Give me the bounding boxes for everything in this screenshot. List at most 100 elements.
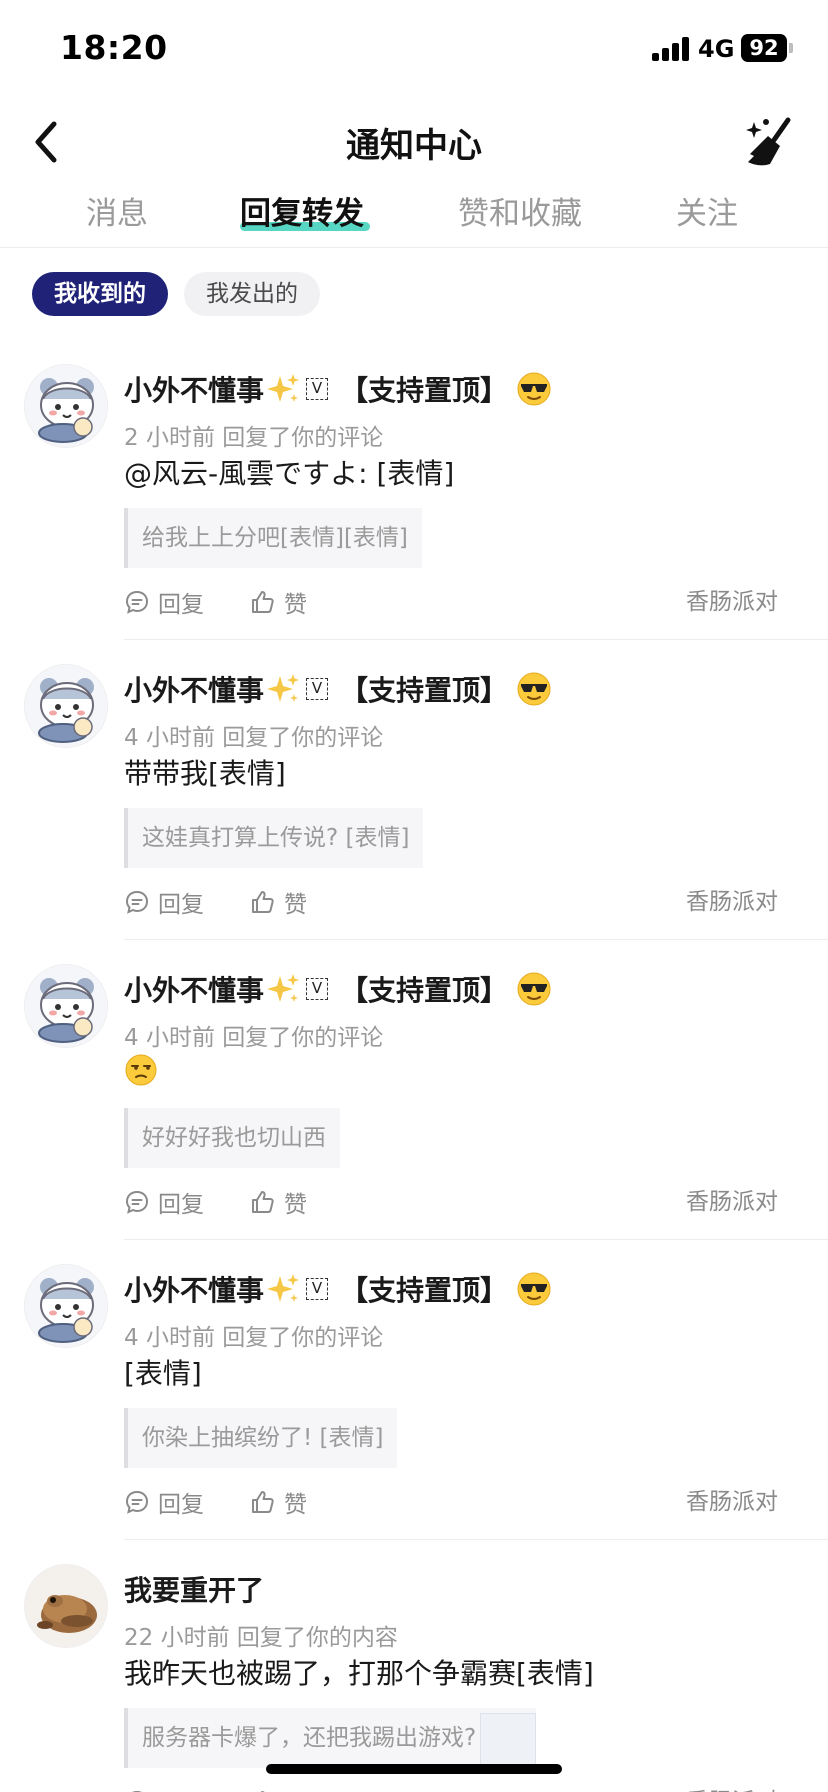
reply-content[interactable]: 带带我[表情] — [124, 752, 286, 792]
sunglasses-face-emoji — [517, 972, 551, 1006]
comment-icon — [125, 1190, 149, 1214]
list-item[interactable]: 小外不懂事 V 【支持置顶】 4 小时前 回复了你的评论 [表情] 你染上抽缤纷了… — [0, 1240, 828, 1540]
avatar[interactable] — [24, 364, 108, 448]
cartoon-avatar-image — [25, 665, 107, 747]
user-name[interactable]: 我要重开了 — [124, 1569, 264, 1609]
like-label: 赞 — [284, 1492, 307, 1518]
tab-likes-favorites[interactable]: 赞和收藏 — [458, 188, 582, 233]
quoted-comment[interactable]: 你染上抽缤纷了! [表情] — [124, 1408, 398, 1468]
like-label: 赞 — [284, 1192, 307, 1218]
network-label: 4G — [698, 35, 735, 63]
topic-tag[interactable]: 香肠派对 — [686, 1784, 778, 1792]
broom-sparkle-icon — [746, 117, 791, 166]
reply-content[interactable]: 我昨天也被踢了，打那个争霸赛[表情] — [124, 1652, 594, 1692]
thumbs-up-icon — [252, 591, 274, 613]
name-row: 小外不懂事 V 【支持置顶】 — [124, 1268, 552, 1310]
reply-content[interactable]: @风云-風雲ですよ: [表情] — [124, 452, 454, 492]
reply-button[interactable]: 回复 — [124, 1784, 204, 1792]
comment-icon — [125, 590, 149, 614]
cartoon-avatar-image — [25, 965, 107, 1047]
pin-support-tag: 【支持置顶】 — [340, 674, 509, 707]
reply-label: 回复 — [158, 1492, 204, 1518]
quoted-comment[interactable]: 服务器卡爆了，还把我踢出游戏? — [124, 1708, 537, 1768]
name-row: 我要重开了 — [124, 1568, 264, 1610]
topic-tag[interactable]: 香肠派对 — [686, 1484, 778, 1520]
avatar[interactable] — [24, 664, 108, 748]
unamused-face-emoji — [125, 1054, 157, 1086]
list-item[interactable]: 小外不懂事 V 【支持置顶】 4 小时前 回复了你的评论 好好好我也切山西 回复 — [0, 940, 828, 1240]
status-bar: 18:20 4G 92 — [0, 0, 828, 100]
like-button[interactable]: 赞 — [250, 1184, 307, 1220]
quoted-text: 你染上抽缤纷了! [表情] — [142, 1425, 384, 1451]
sunglasses-face-emoji — [517, 672, 551, 706]
quoted-text: 这娃真打算上传说? [表情] — [142, 825, 410, 851]
sparkles-emoji — [267, 674, 300, 702]
user-name[interactable]: 小外不懂事 — [124, 369, 264, 409]
verified-badge: V — [306, 378, 329, 400]
list-item[interactable]: 我要重开了 22 小时前 回复了你的内容 我昨天也被踢了，打那个争霸赛[表情] … — [0, 1540, 828, 1792]
avatar[interactable] — [24, 1264, 108, 1348]
action-row: 回复 赞 香肠派对 — [124, 1184, 778, 1220]
like-button[interactable]: 赞 — [250, 584, 307, 620]
frog-photo-image — [25, 1565, 107, 1647]
clear-all-button[interactable] — [740, 114, 800, 170]
filter-received-chip[interactable]: 我收到的 — [32, 272, 168, 316]
user-name[interactable]: 小外不懂事 — [124, 969, 264, 1009]
thumbs-up-icon — [252, 1191, 274, 1213]
user-name[interactable]: 小外不懂事 — [124, 669, 264, 709]
filter-sent-chip[interactable]: 我发出的 — [184, 272, 320, 316]
topic-tag[interactable]: 香肠派对 — [686, 1184, 778, 1220]
thumbs-up-icon — [252, 1491, 274, 1513]
tab-follows[interactable]: 关注 — [676, 188, 738, 233]
reply-meta: 4 小时前 回复了你的评论 — [124, 1025, 384, 1051]
reply-button[interactable]: 回复 — [124, 884, 204, 920]
like-label: 赞 — [284, 1785, 307, 1792]
avatar[interactable] — [24, 1564, 108, 1648]
cartoon-avatar-image — [25, 1265, 107, 1347]
reply-content[interactable] — [124, 1052, 158, 1087]
quoted-image-thumbnail[interactable] — [480, 1712, 537, 1765]
sparkles-emoji — [267, 374, 300, 402]
action-row: 回复 赞 香肠派对 — [124, 884, 778, 920]
action-row: 回复 赞 香肠派对 — [124, 1784, 778, 1792]
verified-badge: V — [306, 678, 329, 700]
quoted-comment[interactable]: 给我上上分吧[表情][表情] — [124, 508, 422, 568]
reply-label: 回复 — [158, 1785, 204, 1792]
quoted-text: 服务器卡爆了，还把我踢出游戏? — [142, 1725, 477, 1751]
thumbs-up-icon — [252, 891, 274, 913]
list-item[interactable]: 小外不懂事 V 【支持置顶】 4 小时前 回复了你的评论 带带我[表情] 这娃真打… — [0, 640, 828, 940]
comment-icon — [125, 890, 149, 914]
like-label: 赞 — [284, 892, 307, 918]
list-item[interactable]: 小外不懂事 V 【支持置顶】 2 小时前 回复了你的评论 @风云-風雲ですよ: [… — [0, 340, 828, 640]
topic-tag[interactable]: 香肠派对 — [686, 884, 778, 920]
name-row: 小外不懂事 V 【支持置顶】 — [124, 368, 552, 410]
reply-content[interactable]: [表情] — [124, 1352, 202, 1392]
quoted-comment[interactable]: 好好好我也切山西 — [124, 1108, 340, 1168]
verified-badge: V — [306, 978, 329, 1000]
sparkles-emoji — [267, 1274, 300, 1302]
reply-button[interactable]: 回复 — [124, 584, 204, 620]
reply-button[interactable]: 回复 — [124, 1484, 204, 1520]
like-button[interactable]: 赞 — [250, 1484, 307, 1520]
verified-badge: V — [306, 1278, 329, 1300]
home-indicator — [266, 1764, 562, 1774]
reply-meta: 4 小时前 回复了你的评论 — [124, 725, 384, 751]
action-row: 回复 赞 香肠派对 — [124, 584, 778, 620]
status-time: 18:20 — [60, 28, 168, 67]
tab-messages[interactable]: 消息 — [86, 188, 148, 233]
avatar[interactable] — [24, 964, 108, 1048]
topic-tag[interactable]: 香肠派对 — [686, 584, 778, 620]
reply-button[interactable]: 回复 — [124, 1184, 204, 1220]
user-name[interactable]: 小外不懂事 — [124, 1269, 264, 1309]
tab-replies-forwards[interactable]: 回复转发 — [240, 188, 364, 233]
pin-support-tag: 【支持置顶】 — [340, 1274, 509, 1307]
reply-meta: 2 小时前 回复了你的评论 — [124, 425, 384, 451]
like-button[interactable]: 赞 — [250, 1784, 307, 1792]
reply-label: 回复 — [158, 1192, 204, 1218]
like-button[interactable]: 赞 — [250, 884, 307, 920]
quoted-comment[interactable]: 这娃真打算上传说? [表情] — [124, 808, 424, 868]
quoted-text: 好好好我也切山西 — [142, 1125, 326, 1151]
reply-meta: 4 小时前 回复了你的评论 — [124, 1325, 384, 1351]
reply-label: 回复 — [158, 592, 204, 618]
battery-icon: 92 — [741, 34, 787, 62]
